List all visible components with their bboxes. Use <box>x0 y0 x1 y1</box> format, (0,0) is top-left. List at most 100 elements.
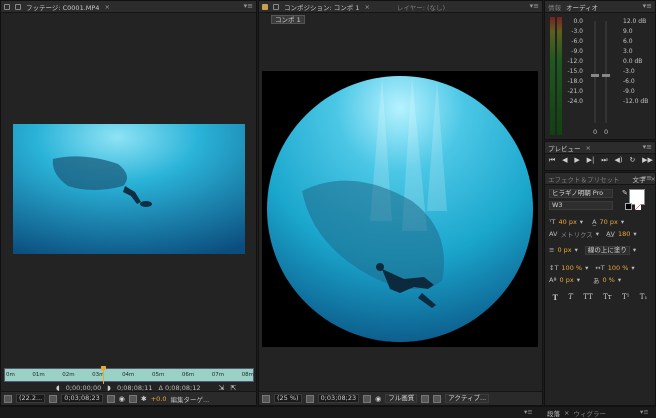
dropdown-arrow-icon[interactable]: ▾ <box>577 276 580 284</box>
always-preview-icon[interactable] <box>4 394 12 403</box>
dropdown-arrow-icon[interactable]: ▾ <box>585 264 588 272</box>
composition-timecode[interactable]: 0;03;08;23 <box>317 394 360 403</box>
composition-viewer-controls: (25 %) 0;03;08;23 ◉ フル画質 アクティブ... <box>259 391 542 405</box>
footage-timeline[interactable]: 0m 01m 02m 03m 04m 05m 06m 07m 08m <box>4 366 254 384</box>
info-tab[interactable]: 情報 <box>548 2 561 12</box>
panel-options-icon[interactable]: ▾≡ <box>244 2 253 10</box>
panel-options-icon[interactable]: ▾≡ <box>643 174 652 182</box>
color-channel-icon[interactable]: ◉ <box>375 395 381 403</box>
composition-panel: コンポジション: コンポ 1 × レイヤー: (なし) ▾≡ コンポ 1 (25… <box>258 0 543 406</box>
snapshot-icon[interactable] <box>106 394 115 403</box>
font-style-dropdown[interactable]: W3 <box>549 200 613 210</box>
always-preview-icon[interactable] <box>262 394 270 403</box>
audio-slider-left[interactable] <box>591 21 599 123</box>
play-icon[interactable]: ▶ <box>574 156 579 166</box>
stroke-type-dropdown[interactable]: 線の上に塗り <box>584 245 630 255</box>
slider-thumb[interactable] <box>591 74 599 77</box>
meter-scale: 0.0 -3.0 -6.0 -9.0 -12.0 -15.0 -18.0 -21.0 -24… <box>567 18 583 105</box>
active-camera-dropdown[interactable]: アクティブ... <box>445 394 490 403</box>
footage-panel: フッテージ: C0001.MP4 × ▾≡ 0m 01m 02m 03m 04m… <box>0 0 257 406</box>
resolution-dropdown[interactable]: フル画質 <box>385 394 418 403</box>
lock-icon[interactable] <box>273 3 279 10</box>
small-caps-button[interactable]: Tт <box>603 293 612 301</box>
exposure-icon[interactable]: ✱ <box>141 395 147 403</box>
composition-zoom-dropdown[interactable]: (25 %) <box>274 394 302 403</box>
dropdown-arrow-icon[interactable]: ▾ <box>633 230 636 238</box>
faux-bold-button[interactable]: T <box>553 293 558 302</box>
tracking-value[interactable]: 180 <box>618 230 630 238</box>
dropdown-arrow-icon[interactable]: ▾ <box>631 264 634 272</box>
horizontal-scale-value[interactable]: 100 % <box>608 264 629 272</box>
dropdown-arrow-icon[interactable]: ▾ <box>633 246 636 254</box>
panel-options-icon[interactable]: ▾≡ <box>643 143 652 151</box>
loop-icon[interactable]: ↻ <box>629 156 635 166</box>
wiggler-tab[interactable]: ウィグラー <box>573 408 606 418</box>
lock-icon[interactable] <box>15 3 21 10</box>
dropdown-arrow-icon[interactable]: ▾ <box>596 230 599 238</box>
transparency-grid-icon[interactable] <box>128 394 137 403</box>
slider-thumb[interactable] <box>602 74 610 77</box>
panel-options-icon[interactable]: ▾≡ <box>640 408 649 416</box>
fisheye-composition-image <box>267 76 533 342</box>
panel-options-icon[interactable]: ▾≡ <box>643 2 652 10</box>
superscript-button[interactable]: T¹ <box>622 293 629 301</box>
transparency-grid-icon[interactable] <box>433 394 442 403</box>
stroke-width-value[interactable]: 0 px <box>557 246 571 254</box>
effects-presets-tab[interactable]: エフェクト＆プリセット <box>548 174 620 184</box>
exposure-value[interactable]: +0.0 <box>151 395 167 403</box>
close-icon[interactable]: × <box>364 3 369 11</box>
close-icon[interactable]: × <box>564 409 569 417</box>
next-frame-icon[interactable]: ▶| <box>587 156 595 166</box>
paragraph-tab[interactable]: 段落 <box>547 408 560 418</box>
all-caps-button[interactable]: TT <box>583 293 592 301</box>
preview-tab-bar: プレビュー × <box>545 142 655 154</box>
close-icon[interactable]: × <box>586 144 591 152</box>
safe-margins-icon[interactable] <box>49 394 58 403</box>
footage-viewer[interactable] <box>13 124 245 254</box>
audio-slider-right[interactable] <box>602 21 610 123</box>
ruler-label: 02m <box>62 372 75 378</box>
last-frame-icon[interactable]: ⏭ <box>601 156 607 166</box>
dropdown-arrow-icon[interactable]: ▾ <box>618 276 621 284</box>
kerning-value[interactable]: メトリクス <box>560 229 592 239</box>
tsume-value[interactable]: 0 % <box>602 276 614 284</box>
preview-panel: プレビュー × ▾≡ ⏮ ◀ ▶ ▶| ⏭ ◀) ↻ ▶▶ <box>544 141 656 171</box>
region-of-interest-icon[interactable] <box>421 394 430 403</box>
playback-controls: ⏮ ◀ ▶ ▶| ⏭ ◀) ↻ ▶▶ <box>549 156 653 166</box>
panel-options-icon[interactable]: ▾≡ <box>524 408 533 416</box>
dropdown-arrow-icon[interactable]: ▾ <box>621 218 624 226</box>
font-size-value[interactable]: 40 px <box>558 218 576 226</box>
baseline-shift-value[interactable]: 0 px <box>560 276 574 284</box>
snapshot-icon[interactable] <box>363 394 372 403</box>
composition-viewer[interactable] <box>262 71 538 347</box>
layer-tab[interactable]: レイヤー: (なし) <box>397 2 445 12</box>
subscript-button[interactable]: T₁ <box>640 293 647 301</box>
close-icon[interactable]: × <box>104 3 109 11</box>
vertical-scale-value[interactable]: 100 % <box>561 264 582 272</box>
footage-tab[interactable]: フッテージ: C0001.MP4 <box>26 2 99 12</box>
dropdown-arrow-icon[interactable]: ▾ <box>580 218 583 226</box>
edit-target-dropdown[interactable]: 編集ターゲ... <box>171 394 210 404</box>
leading-value[interactable]: 70 px <box>600 218 618 226</box>
safe-margins-icon[interactable] <box>305 394 314 403</box>
audio-tab[interactable]: オーディオ <box>566 2 598 12</box>
first-frame-icon[interactable]: ⏮ <box>549 156 555 166</box>
faux-italic-button[interactable]: T <box>568 293 573 301</box>
previous-frame-icon[interactable]: ◀ <box>562 156 567 166</box>
composition-tab[interactable]: コンポジション: コンポ 1 <box>284 2 359 12</box>
footage-zoom-dropdown[interactable]: (22.2... <box>16 394 46 403</box>
color-channel-icon[interactable]: ◉ <box>119 395 125 403</box>
audio-icon[interactable]: ◀) <box>614 156 622 166</box>
font-family-dropdown[interactable]: ヒラギノ明朝 Pro <box>549 188 613 198</box>
dropdown-arrow-icon[interactable]: ▾ <box>575 246 578 254</box>
ruler-label: 07m <box>211 372 225 378</box>
playhead[interactable] <box>101 366 106 384</box>
composition-subtab[interactable]: コンポ 1 <box>271 15 305 24</box>
eyedropper-icon[interactable]: ✎ <box>622 189 628 197</box>
ram-preview-icon[interactable]: ▶▶ <box>642 156 653 166</box>
panel-menu-icon[interactable] <box>4 3 10 10</box>
preview-tab[interactable]: プレビュー <box>548 143 581 153</box>
panel-options-icon[interactable]: ▾≡ <box>530 2 539 10</box>
footage-timecode[interactable]: 0;03;08;23 <box>61 394 103 403</box>
stroke-width-icon: ≡ <box>549 246 555 254</box>
